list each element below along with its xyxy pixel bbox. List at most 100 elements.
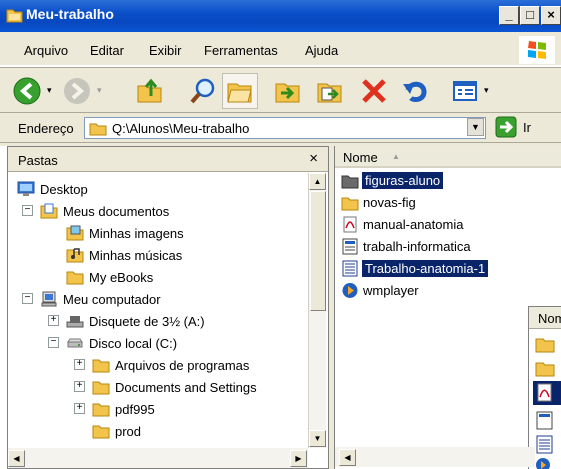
tree-item-pdf995[interactable]: pdf995: [92, 399, 155, 419]
tree-item-prod[interactable]: prod: [92, 421, 141, 441]
tree-item-my-ebooks[interactable]: My eBooks: [66, 267, 153, 287]
floppy-drive-icon: [66, 316, 84, 328]
back-icon[interactable]: [12, 76, 42, 106]
folder-tree: Desktop − Meus documentos Minhas imagens…: [8, 173, 308, 448]
tree-item-label: Minhas músicas: [89, 247, 183, 263]
scroll-down-icon[interactable]: ▼: [309, 430, 326, 447]
collapse-button[interactable]: −: [48, 337, 59, 348]
pdf-file-icon: [537, 383, 552, 402]
tree-item-meu-computador[interactable]: Meu computador: [40, 289, 161, 309]
tree-item-label: prod: [115, 423, 142, 439]
drag-ghost-window: Nom: [528, 306, 561, 469]
tree-item-minhas-imagens[interactable]: Minhas imagens: [66, 223, 184, 243]
tree-item-label: My eBooks: [89, 269, 154, 285]
my-documents-icon: [40, 203, 58, 219]
tree-item-minhas-musicas[interactable]: Minhas músicas: [66, 245, 182, 265]
expand-button[interactable]: +: [74, 403, 85, 414]
undo-icon[interactable]: [400, 76, 430, 106]
file-item-novas-fig[interactable]: novas-fig: [341, 192, 417, 212]
pdf-file-icon: [343, 216, 357, 232]
tree-item-label: pdf995: [115, 401, 155, 417]
horizontal-scrollbar[interactable]: ◀: [335, 447, 535, 467]
file-item-figuras-aluno[interactable]: figuras-aluno: [341, 170, 444, 190]
minimize-button[interactable]: _: [499, 6, 519, 25]
tree-item-label: Documents and Settings: [115, 379, 257, 395]
drag-ghost-header: Nom: [529, 307, 561, 329]
tree-item-disco-local[interactable]: Disco local (C:): [66, 333, 177, 353]
column-label: Nome: [343, 150, 378, 165]
close-button[interactable]: ×: [541, 6, 561, 25]
menu-ajuda[interactable]: Ajuda: [305, 43, 338, 58]
scroll-up-icon[interactable]: ▲: [309, 173, 326, 190]
expand-button[interactable]: +: [48, 315, 59, 326]
expand-button[interactable]: +: [74, 359, 85, 370]
search-icon[interactable]: [188, 76, 218, 106]
back-dropdown-icon[interactable]: ▾: [47, 85, 52, 96]
menu-arquivo[interactable]: Arquivo: [24, 43, 68, 58]
views-icon[interactable]: [451, 76, 481, 106]
scroll-left-icon[interactable]: ◀: [339, 449, 356, 466]
file-item-wmplayer[interactable]: wmplayer: [341, 280, 420, 300]
file-item-trabalho-anatomia-1[interactable]: Trabalho-anatomia-1: [341, 258, 489, 278]
tree-item-disquete[interactable]: Disquete de 3½ (A:): [66, 311, 205, 331]
file-item-trabalh-informatica[interactable]: trabalh-informatica: [341, 236, 472, 256]
forward-icon[interactable]: [62, 76, 92, 106]
menu-editar[interactable]: Editar: [90, 43, 124, 58]
folder-window-icon: [6, 9, 23, 23]
tree-item-label: Meu computador: [63, 291, 161, 307]
tree-item-label: Meus documentos: [63, 203, 170, 219]
menu-bar: Arquivo Editar Exibir Ferramentas Ajuda: [0, 32, 561, 66]
expand-button[interactable]: +: [74, 381, 85, 392]
forward-dropdown-icon[interactable]: ▾: [97, 85, 102, 96]
tree-item-documents-and-settings[interactable]: Documents and Settings: [92, 377, 257, 397]
close-pane-button[interactable]: ×: [309, 150, 318, 167]
maximize-button[interactable]: □: [520, 6, 540, 25]
collapse-button[interactable]: −: [22, 205, 33, 216]
desktop-icon: [17, 181, 35, 196]
tree-item-arquivos-de-programas[interactable]: Arquivos de programas: [92, 355, 249, 375]
file-item-label: manual-anatomia: [363, 216, 464, 232]
scroll-left-icon[interactable]: ◀: [8, 450, 25, 467]
go-button[interactable]: Ir: [523, 120, 531, 135]
media-player-icon: [342, 282, 358, 298]
go-arrow-icon[interactable]: [495, 116, 517, 138]
file-item-label: novas-fig: [363, 194, 416, 210]
title-bar[interactable]: Meu-trabalho _ □ ×: [0, 0, 561, 32]
tree-item-desktop[interactable]: Desktop: [17, 179, 88, 199]
file-item-label: figuras-aluno: [362, 171, 444, 189]
address-input[interactable]: Q:\Alunos\Meu-trabalho: [84, 117, 486, 139]
document-file-icon: [342, 238, 358, 254]
toolbar: ▾ ▾ ▾: [0, 67, 561, 113]
file-item-manual-anatomia[interactable]: manual-anatomia: [341, 214, 464, 234]
folder-icon: [92, 425, 110, 439]
folder-icon: [89, 123, 107, 136]
my-pictures-icon: [66, 225, 84, 241]
tree-item-meus-documentos[interactable]: Meus documentos: [40, 201, 169, 221]
menu-exibir[interactable]: Exibir: [149, 43, 182, 58]
window-title: Meu-trabalho: [26, 6, 114, 22]
folder-icon: [92, 359, 110, 373]
my-computer-icon: [41, 291, 57, 307]
folders-pane-header: Pastas ×: [8, 147, 328, 172]
scroll-thumb[interactable]: [310, 191, 326, 311]
delete-icon[interactable]: [359, 76, 389, 106]
menu-ferramentas[interactable]: Ferramentas: [204, 43, 278, 58]
vertical-scrollbar[interactable]: ▲ ▼: [308, 173, 326, 448]
move-to-icon[interactable]: [273, 76, 303, 106]
folders-icon[interactable]: [225, 76, 255, 106]
views-dropdown-icon[interactable]: ▾: [484, 85, 489, 96]
up-folder-icon[interactable]: [135, 76, 165, 106]
address-dropdown-icon[interactable]: ▼: [467, 118, 484, 136]
collapse-button[interactable]: −: [22, 293, 33, 304]
document-file-icon: [536, 411, 553, 430]
folders-pane-title: Pastas: [18, 153, 58, 168]
copy-to-icon[interactable]: [315, 76, 345, 106]
file-item-label: wmplayer: [363, 282, 419, 298]
folder-icon: [92, 381, 110, 395]
scroll-right-icon[interactable]: ▶: [290, 450, 307, 467]
file-item-label: Trabalho-anatomia-1: [362, 259, 489, 277]
column-header-name[interactable]: Nome ▲: [335, 146, 561, 168]
folder-icon: [341, 197, 359, 210]
folder-icon: [535, 338, 555, 353]
horizontal-scrollbar[interactable]: ◀ ▶: [8, 448, 308, 468]
